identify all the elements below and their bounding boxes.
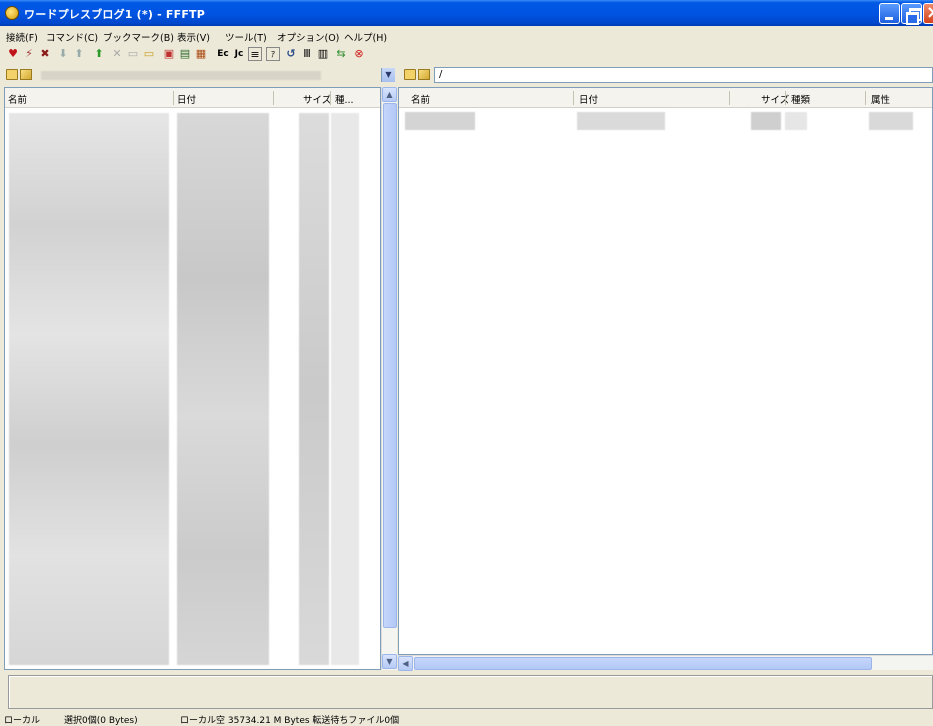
disconnect-icon[interactable]: ✖ bbox=[38, 47, 52, 61]
connect-icon[interactable]: ♥ bbox=[6, 47, 20, 61]
quick-connect-icon[interactable]: ⚡ bbox=[22, 47, 36, 61]
chdir-icon[interactable]: ▣ bbox=[162, 47, 176, 61]
mirror-upload-icon[interactable]: ⬆ bbox=[92, 47, 106, 61]
menu-connect[interactable]: 接続(F) bbox=[6, 30, 38, 44]
local-path-combo[interactable]: ▼ bbox=[36, 67, 396, 83]
menu-tools[interactable]: ツール(T) bbox=[225, 30, 267, 44]
refresh-icon[interactable]: ↺ bbox=[284, 47, 298, 61]
remote-folder-up-icon[interactable] bbox=[404, 69, 416, 80]
remote-col-date[interactable]: 日付 bbox=[579, 92, 598, 106]
menu-view[interactable]: 表示(V) bbox=[177, 30, 210, 44]
report-icon[interactable]: ▦ bbox=[194, 47, 208, 61]
remote-browse-folder-icon[interactable] bbox=[418, 69, 430, 80]
toolbar: ♥ ⚡ ✖ ⬇ ⬆ ⬆ ✕ ▭ ▭ ▣ ▤ ▦ Ec Jc ≡ ｱ ↺ Ⅲ ▥ … bbox=[0, 45, 933, 65]
remote-list-header: 名前 日付 サイズ 種類 属性 bbox=[399, 88, 932, 108]
remote-scroll-thumb[interactable] bbox=[414, 657, 872, 670]
remote-path: / bbox=[439, 69, 443, 80]
list-view-icon[interactable]: Ⅲ bbox=[300, 47, 314, 61]
local-browse-folder-icon[interactable] bbox=[20, 69, 32, 80]
remote-file-rows[interactable] bbox=[399, 109, 932, 149]
local-scroll-thumb[interactable] bbox=[383, 103, 397, 628]
status-free-space: ローカル空 35734.21 M Bytes 転送待ちファイル0個 bbox=[180, 716, 400, 726]
remote-address-bar: / bbox=[398, 67, 933, 83]
menu-command[interactable]: コマンド(C) bbox=[46, 30, 98, 44]
delete-icon[interactable]: ✕ bbox=[110, 47, 124, 61]
sync-icon[interactable]: ⇆ bbox=[334, 47, 348, 61]
log-panel[interactable] bbox=[8, 675, 933, 709]
local-folder-up-icon[interactable] bbox=[6, 69, 18, 80]
rename-icon[interactable]: ▭ bbox=[126, 47, 140, 61]
scroll-down-icon[interactable]: ▼ bbox=[382, 654, 397, 669]
local-file-rows[interactable] bbox=[5, 109, 380, 669]
title-bar[interactable]: ワードプレスブログ1 (*) - FFFTP bbox=[0, 0, 933, 26]
remote-col-name[interactable]: 名前 bbox=[411, 92, 430, 106]
minimize-button[interactable] bbox=[879, 3, 900, 24]
local-file-list[interactable]: 名前 日付 サイズ 種... bbox=[4, 87, 381, 670]
mkdir-icon[interactable]: ▭ bbox=[142, 47, 156, 61]
halfwidth-kana-icon[interactable]: ｱ bbox=[266, 47, 280, 61]
ffftp-app-icon[interactable] bbox=[5, 6, 19, 20]
menu-options[interactable]: オプション(O) bbox=[277, 30, 339, 44]
local-address-bar: ▼ bbox=[0, 67, 398, 83]
scroll-left-icon[interactable]: ◀ bbox=[398, 656, 413, 671]
stop-icon[interactable]: ⊗ bbox=[352, 47, 366, 61]
local-list-header: 名前 日付 サイズ 種... bbox=[5, 88, 380, 108]
download-icon[interactable]: ⬇ bbox=[56, 47, 70, 61]
upload-icon[interactable]: ⬆ bbox=[72, 47, 86, 61]
status-bar: ローカル 選択0個(0 Bytes) ローカル空 35734.21 M Byte… bbox=[0, 711, 933, 726]
menu-help[interactable]: ヘルプ(H) bbox=[344, 30, 387, 44]
local-col-size[interactable]: サイズ bbox=[303, 92, 331, 106]
local-vertical-scrollbar[interactable]: ▲ ▼ bbox=[381, 87, 397, 670]
remote-path-combo[interactable]: / bbox=[434, 67, 933, 83]
list-icon[interactable]: ▤ bbox=[178, 47, 192, 61]
close-button[interactable] bbox=[923, 2, 933, 24]
restore-button[interactable] bbox=[901, 3, 922, 25]
status-active-side: ローカル bbox=[4, 716, 41, 726]
jis-icon[interactable]: Jc bbox=[232, 47, 246, 61]
remote-file-list[interactable]: 名前 日付 サイズ 種類 属性 bbox=[398, 87, 933, 655]
local-path-dropdown-icon[interactable]: ▼ bbox=[381, 68, 395, 82]
menu-bookmark[interactable]: ブックマーク(B) bbox=[103, 30, 174, 44]
menu-bar: 接続(F) コマンド(C) ブックマーク(B) 表示(V) ツール(T) オプシ… bbox=[0, 28, 933, 44]
local-col-date[interactable]: 日付 bbox=[177, 92, 196, 106]
remote-col-attr[interactable]: 属性 bbox=[871, 92, 890, 106]
window-title: ワードプレスブログ1 (*) - FFFTP bbox=[24, 8, 206, 21]
sjis-icon[interactable]: Ec bbox=[216, 47, 230, 61]
remote-col-type[interactable]: 種類 bbox=[791, 92, 810, 106]
local-col-name[interactable]: 名前 bbox=[8, 92, 27, 106]
status-selection: 選択0個(0 Bytes) bbox=[64, 716, 138, 726]
euc-icon[interactable]: ≡ bbox=[248, 47, 262, 61]
detail-view-icon[interactable]: ▥ bbox=[316, 47, 330, 61]
scroll-up-icon[interactable]: ▲ bbox=[382, 87, 397, 102]
local-col-type[interactable]: 種... bbox=[335, 92, 354, 106]
remote-horizontal-scrollbar[interactable]: ◀ bbox=[398, 655, 933, 671]
